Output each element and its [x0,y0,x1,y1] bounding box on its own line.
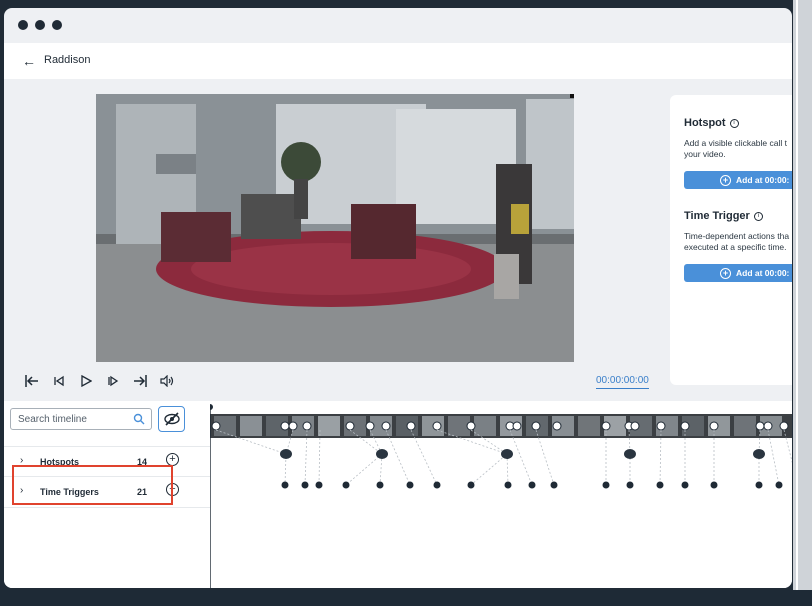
timeline-track[interactable] [210,401,792,588]
trigger-description: Time-dependent actions tha executed at a… [684,231,792,253]
bottom-bar [0,590,812,606]
step-forward-icon[interactable] [105,373,121,389]
trigger-desc-line: executed at a specific time. [684,242,787,252]
eye-slash-icon [163,412,180,426]
window-dot[interactable] [18,20,28,30]
right-edge [793,0,812,606]
highlight-box [12,465,173,505]
hotspot-desc-line: Add a visible clickable call t [684,138,787,148]
add-hotspot-label: Add at 00:00: [736,175,790,185]
search-input[interactable] [16,413,140,426]
add-trigger-label: Add at 00:00: [736,268,790,278]
trigger-heading: Time Trigger i [684,210,763,222]
add-trigger-button[interactable]: + Add at 00:00: [684,264,792,282]
skip-to-start-icon[interactable] [24,373,40,389]
search-icon[interactable] [133,413,145,425]
hotspot-desc-line: your video. [684,149,726,159]
plus-circle-icon: + [720,174,731,186]
time-trigger-markers[interactable] [281,481,783,489]
hotspot-heading: Hotspot i [684,117,739,129]
volume-icon[interactable] [159,373,175,389]
page-header: ← Raddison [4,43,792,79]
toggle-visibility-button[interactable] [158,406,185,432]
video-frame-image [96,94,574,362]
video-player[interactable] [96,94,574,362]
window-dot[interactable] [52,20,62,30]
plus-circle-icon: + [720,267,731,279]
add-hotspot-button[interactable]: + Add at 00:00: [684,171,792,189]
skip-to-end-icon[interactable] [132,373,148,389]
page-title: Raddison [44,54,91,66]
hotspot-description: Add a visible clickable call t your vide… [684,138,792,160]
info-icon[interactable]: i [753,211,763,221]
hotspot-title: Hotspot [684,117,726,129]
hotspot-markers[interactable] [280,449,765,459]
play-icon[interactable] [78,373,94,389]
step-back-icon[interactable] [51,373,67,389]
current-time[interactable]: 00:00:00:00 [596,375,649,389]
side-panel: Hotspot i Add a visible clickable call t… [670,95,792,385]
search-timeline-field[interactable] [10,408,152,430]
playback-controls [24,373,175,389]
trigger-desc-line: Time-dependent actions tha [684,231,790,241]
window-controls [18,20,62,30]
arrow-left-icon[interactable]: ← [22,53,36,69]
window-dot[interactable] [35,20,45,30]
trigger-title: Time Trigger [684,210,750,222]
info-icon[interactable]: i [729,118,739,128]
